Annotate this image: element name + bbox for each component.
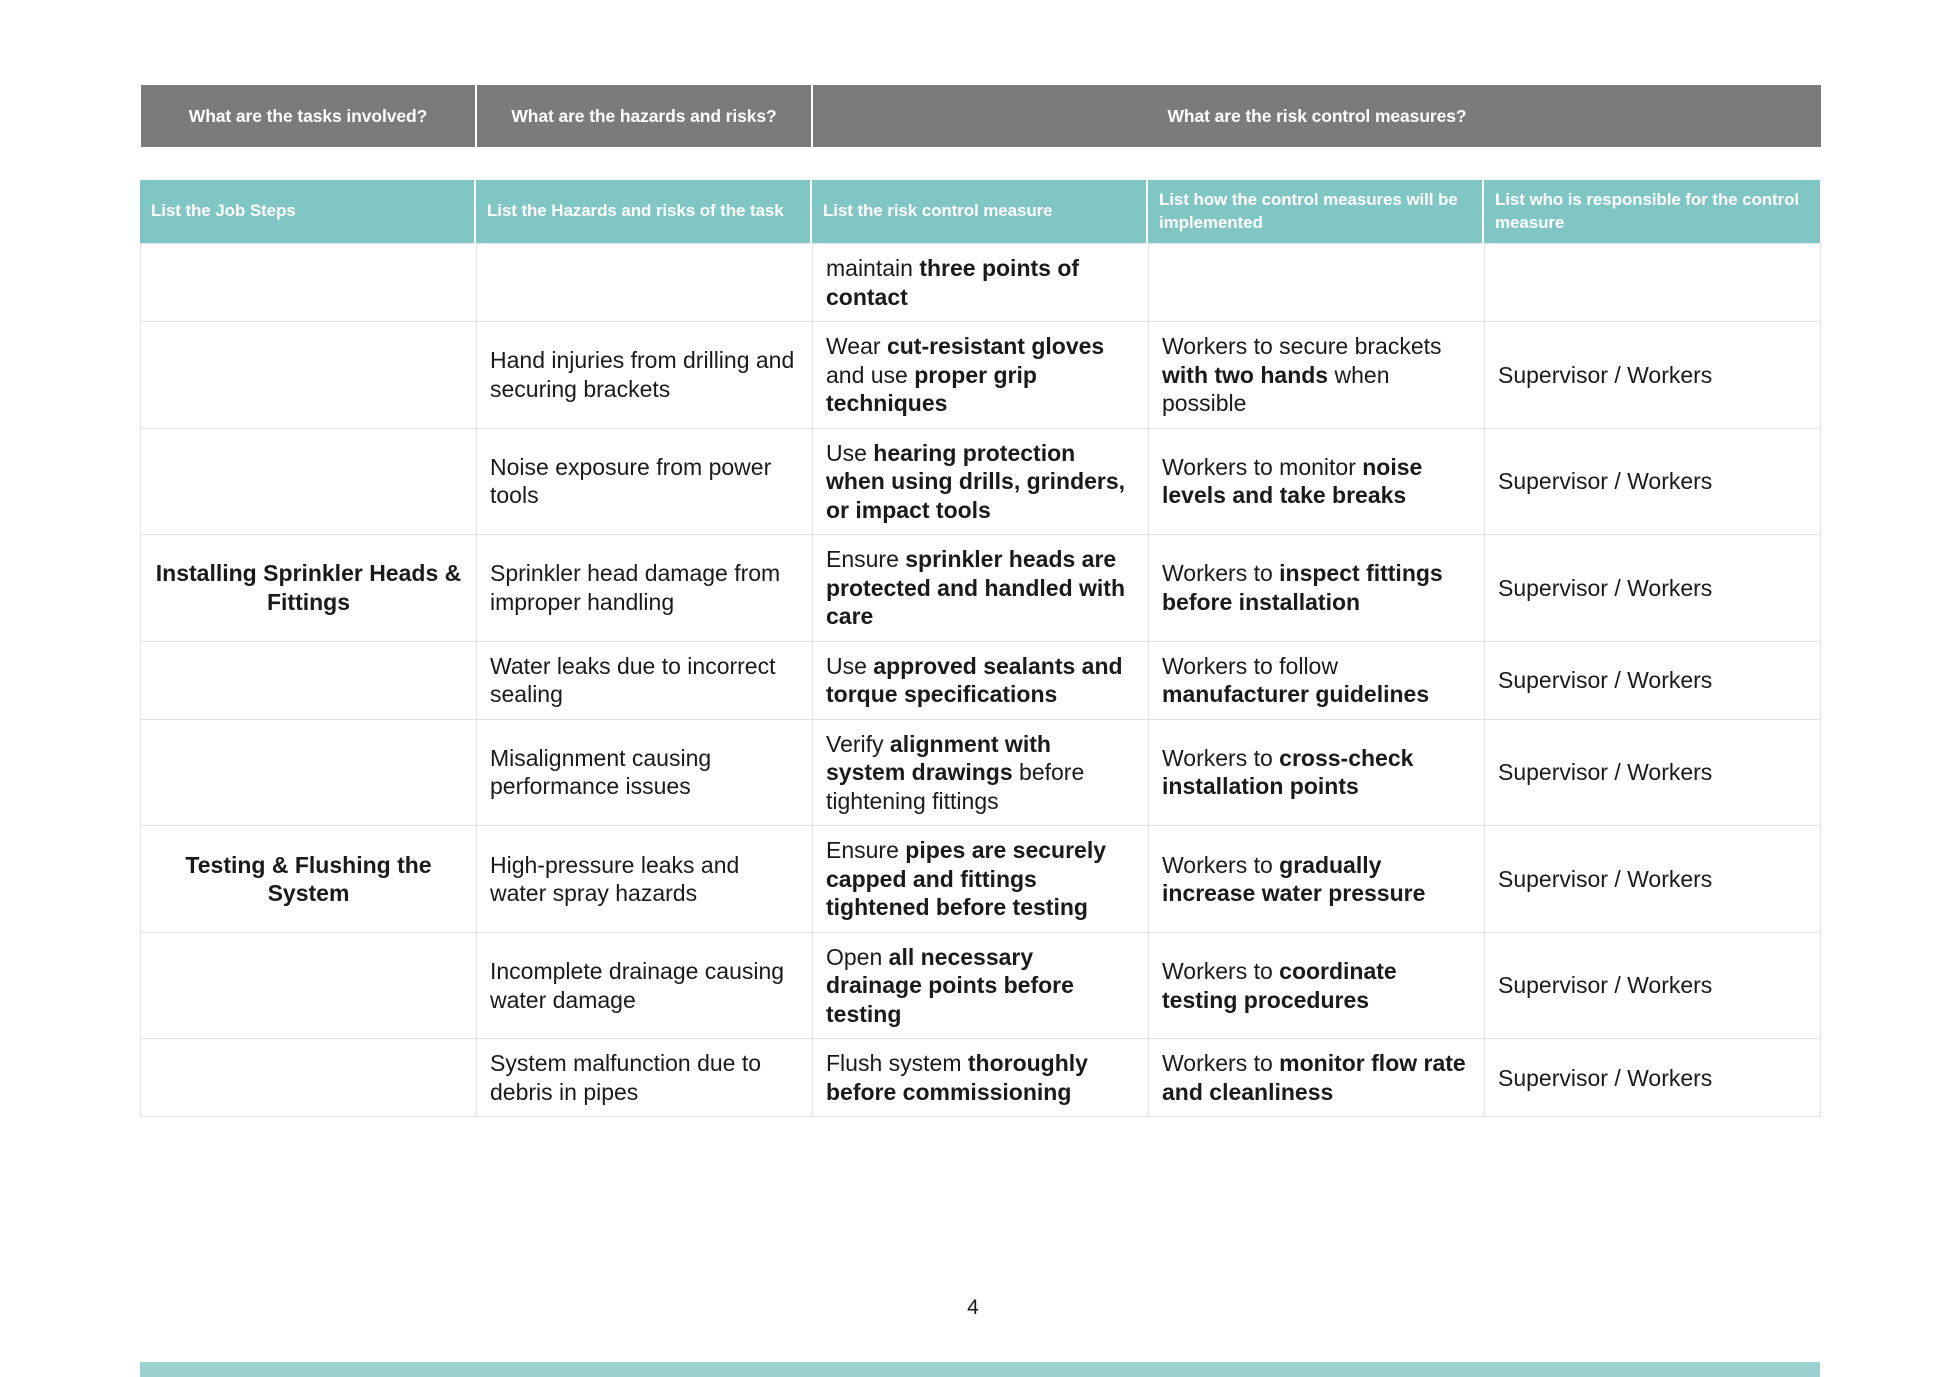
header-risk-control-measures: What are the risk control measures? (813, 85, 1821, 147)
cell-job-step (140, 1038, 477, 1118)
header-tasks-involved: What are the tasks involved? (141, 85, 477, 147)
cell-hazard: Misalignment causing performance issues (476, 718, 813, 827)
table-row: Installing Sprinkler Heads & Fittings Spr… (140, 534, 1821, 642)
table-row: Hand injuries from drilling and securing… (140, 321, 1821, 429)
cell-hazard (476, 242, 813, 323)
column-header-hazards-risks: List the Hazards and risks of the task (476, 180, 812, 243)
table-column-header-row: List the Job Steps List the Hazards and … (140, 180, 1820, 243)
table-row: Incomplete drainage causing water damage… (140, 931, 1821, 1040)
plain-text: Workers to follow (1162, 652, 1338, 679)
cell-implementation (1148, 242, 1485, 323)
cell-job-step: Installing Sprinkler Heads & Fittings (140, 534, 477, 642)
footer-accent-bar (140, 1362, 1820, 1377)
cell-implementation: Workers to gradually increase water pres… (1148, 825, 1485, 933)
cell-job-step (140, 931, 477, 1040)
plain-text: Workers to (1162, 744, 1280, 771)
cell-risk-control-measure: Ensure pipes are securely capped and fit… (812, 825, 1149, 933)
cell-job-step: Testing & Flushing the System (140, 825, 477, 933)
cell-hazard: Noise exposure from power tools (476, 427, 813, 536)
header-hazards-risks: What are the hazards and risks? (477, 85, 813, 147)
plain-text: Ensure (826, 837, 906, 864)
document-page: What are the tasks involved? What are th… (0, 0, 1946, 1377)
plain-text: Use (826, 652, 874, 679)
plain-text: and use (826, 361, 915, 388)
emphasised-text: cut-resistant gloves (886, 333, 1105, 360)
cell-hazard: Incomplete drainage causing water damage (476, 931, 813, 1040)
cell-responsible: Supervisor / Workers (1484, 321, 1821, 429)
cell-implementation: Workers to monitor noise levels and take… (1148, 427, 1485, 536)
cell-hazard: High-pressure leaks and water spray haza… (476, 825, 813, 933)
plain-text: Workers to monitor (1162, 453, 1363, 480)
column-header-job-steps: List the Job Steps (140, 180, 476, 243)
cell-responsible: Supervisor / Workers (1484, 931, 1821, 1040)
cell-risk-control-measure: Ensure sprinkler heads are protected and… (812, 534, 1149, 642)
column-header-risk-control-measure: List the risk control measure (812, 180, 1148, 243)
plain-text: Workers to (1162, 851, 1280, 878)
plain-text: Workers to (1162, 560, 1280, 587)
cell-hazard: System malfunction due to debris in pipe… (476, 1038, 813, 1118)
cell-risk-control-measure: Verify alignment with system drawings be… (812, 718, 1149, 827)
table-top-header: What are the tasks involved? What are th… (140, 84, 1822, 148)
plain-text: Workers to (1162, 958, 1280, 985)
column-header-implementation: List how the control measures will be im… (1148, 180, 1484, 243)
cell-implementation: Workers to monitor flow rate and cleanli… (1148, 1038, 1485, 1118)
cell-responsible: Supervisor / Workers (1484, 1038, 1821, 1118)
cell-risk-control-measure: maintain three points of contact (812, 242, 1149, 323)
cell-hazard: Water leaks due to incorrect sealing (476, 640, 813, 720)
cell-implementation: Workers to secure brackets with two hand… (1148, 321, 1485, 429)
cell-hazard: Hand injuries from drilling and securing… (476, 321, 813, 429)
plain-text: Ensure (826, 546, 906, 573)
emphasised-text: with two hands (1162, 361, 1329, 388)
cell-implementation: Workers to cross-check installation poin… (1148, 718, 1485, 827)
plain-text: Use (826, 439, 874, 466)
page-number: 4 (967, 1296, 979, 1319)
cell-job-step (140, 321, 477, 429)
plain-text: Workers to secure brackets (1162, 333, 1442, 360)
cell-job-step (140, 427, 477, 536)
table-body: maintain three points of contact Hand inj… (140, 242, 1821, 1118)
cell-job-step (140, 718, 477, 827)
cell-risk-control-measure: Use hearing protection when using drills… (812, 427, 1149, 536)
cell-implementation: Workers to coordinate testing procedures (1148, 931, 1485, 1040)
risk-assessment-table: maintain three points of contact Hand inj… (140, 242, 1821, 1118)
cell-responsible (1484, 242, 1821, 323)
cell-hazard: Sprinkler head damage from improper hand… (476, 534, 813, 642)
plain-text: Workers to (1162, 1050, 1280, 1077)
cell-risk-control-measure: Flush system thoroughly before commissio… (812, 1038, 1149, 1118)
column-header-responsible: List who is responsible for the control … (1484, 180, 1820, 243)
emphasised-text: manufacturer guidelines (1162, 681, 1430, 708)
table-row: System malfunction due to debris in pipe… (140, 1038, 1821, 1118)
cell-risk-control-measure: Use approved sealants and torque specifi… (812, 640, 1149, 720)
plain-text: Open (826, 943, 889, 970)
cell-responsible: Supervisor / Workers (1484, 718, 1821, 827)
cell-risk-control-measure: Open all necessary drainage points befor… (812, 931, 1149, 1040)
cell-responsible: Supervisor / Workers (1484, 427, 1821, 536)
cell-responsible: Supervisor / Workers (1484, 640, 1821, 720)
plain-text: maintain (826, 255, 920, 281)
cell-job-step (140, 640, 477, 720)
cell-risk-control-measure: Wear cut-resistant gloves and use proper… (812, 321, 1149, 429)
table-row: Water leaks due to incorrect sealing Use … (140, 640, 1821, 720)
table-row: Misalignment causing performance issues V… (140, 718, 1821, 827)
cell-implementation: Workers to follow manufacturer guideline… (1148, 640, 1485, 720)
table-row: maintain three points of contact (140, 242, 1821, 323)
cell-responsible: Supervisor / Workers (1484, 534, 1821, 642)
cell-job-step (140, 242, 477, 323)
table-row: Testing & Flushing the System High-pressu… (140, 825, 1821, 933)
plain-text: Flush system (826, 1050, 968, 1077)
plain-text: Wear (826, 333, 887, 360)
table-row: Noise exposure from power tools Use heari… (140, 427, 1821, 536)
plain-text: Verify (826, 730, 890, 757)
cell-implementation: Workers to inspect fittings before insta… (1148, 534, 1485, 642)
cell-responsible: Supervisor / Workers (1484, 825, 1821, 933)
